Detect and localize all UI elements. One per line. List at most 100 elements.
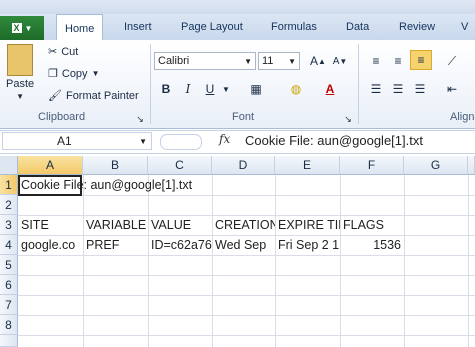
underline-icon[interactable]: U bbox=[200, 80, 220, 98]
font-name-select[interactable]: Calibri ▼ bbox=[154, 52, 256, 70]
font-name-value: Calibri bbox=[158, 55, 190, 67]
alignment-group-label: Align bbox=[450, 111, 475, 123]
tab-page-layout[interactable]: Page Layout bbox=[173, 14, 251, 40]
format-painter-button[interactable]: 🖌 Format Painter bbox=[48, 89, 139, 103]
tab-insert[interactable]: Insert bbox=[116, 14, 160, 40]
decrease-font-icon[interactable]: A ▼ bbox=[330, 52, 350, 70]
tab-label: Home bbox=[65, 22, 95, 35]
paste-label: Paste bbox=[6, 78, 35, 90]
cell-f4[interactable]: 1536 bbox=[340, 235, 404, 255]
align-left-icon[interactable]: ☰ bbox=[366, 80, 386, 98]
cut-button[interactable]: ✂ Cut bbox=[48, 45, 79, 59]
dialog-launcher-icon[interactable]: ↘ bbox=[342, 110, 354, 128]
cut-label: Cut bbox=[61, 45, 79, 58]
gridline bbox=[340, 175, 341, 347]
gridline bbox=[18, 315, 475, 316]
font-group-label: Font bbox=[232, 111, 255, 123]
font-size-select[interactable]: 11 ▼ bbox=[258, 52, 300, 70]
tab-label: Insert bbox=[124, 21, 152, 33]
cell-c4[interactable]: ID=c62a76 bbox=[148, 235, 212, 255]
tab-home[interactable]: Home bbox=[56, 14, 104, 42]
increase-font-icon[interactable]: A ▲ bbox=[308, 52, 328, 70]
row-header-2[interactable]: 2 bbox=[0, 195, 18, 215]
copy-button[interactable]: ❐ Copy ▼ bbox=[48, 67, 100, 81]
column-header-h[interactable] bbox=[468, 156, 475, 175]
column-header-f[interactable]: F bbox=[340, 156, 404, 175]
font-size-value: 11 bbox=[262, 55, 274, 67]
cell-c3[interactable]: VALUE bbox=[148, 215, 212, 235]
row-header-8[interactable]: 8 bbox=[0, 315, 18, 335]
gridline bbox=[404, 175, 405, 347]
cell-b3[interactable]: VARIABLE bbox=[83, 215, 148, 235]
bold-icon[interactable]: B bbox=[156, 80, 176, 98]
copy-label: Copy bbox=[61, 67, 88, 80]
cell-f3[interactable]: FLAGS bbox=[340, 215, 404, 235]
align-right-icon[interactable]: ☰ bbox=[410, 80, 430, 98]
align-top-icon[interactable]: ≡ bbox=[366, 52, 386, 70]
italic-icon[interactable]: I bbox=[178, 80, 198, 98]
active-cell-cursor bbox=[18, 175, 82, 196]
cell-a4[interactable]: google.co bbox=[18, 235, 83, 255]
group-separator bbox=[150, 44, 151, 124]
gridline bbox=[18, 295, 475, 296]
gridline bbox=[83, 175, 84, 347]
align-center-icon[interactable]: ☰ bbox=[388, 80, 408, 98]
cell-d3[interactable]: CREATION bbox=[212, 215, 275, 235]
cell-b4[interactable]: PREF bbox=[83, 235, 148, 255]
tab-view[interactable]: V bbox=[453, 14, 475, 40]
tab-data[interactable]: Data bbox=[338, 14, 377, 40]
tab-formulas[interactable]: Formulas bbox=[263, 14, 325, 40]
cell-a3[interactable]: SITE bbox=[18, 215, 83, 235]
chevron-down-icon[interactable]: ▼ bbox=[220, 80, 232, 98]
insert-function-icon[interactable]: fx bbox=[219, 132, 230, 146]
row-header-5[interactable]: 5 bbox=[0, 255, 18, 275]
paste-button[interactable]: Paste ▼ bbox=[6, 44, 34, 101]
gridline bbox=[275, 175, 276, 347]
row-header-9[interactable] bbox=[0, 335, 18, 347]
excel-icon: X bbox=[11, 23, 22, 33]
chevron-down-icon: ▼ bbox=[288, 56, 296, 66]
file-tab[interactable]: X ▼ bbox=[0, 16, 44, 40]
row-header-6[interactable]: 6 bbox=[0, 275, 18, 295]
dialog-launcher-icon[interactable]: ↘ bbox=[134, 110, 146, 128]
cell-e3[interactable]: EXPIRE TIM bbox=[275, 215, 340, 235]
column-header-b[interactable]: B bbox=[83, 156, 148, 175]
formula-input[interactable]: Cookie File: aun@google[1].txt bbox=[245, 132, 423, 150]
name-box[interactable]: A1 ▼ bbox=[2, 132, 152, 150]
column-header-a[interactable]: A bbox=[18, 156, 83, 175]
gridline bbox=[18, 275, 475, 276]
font-color-icon[interactable]: A bbox=[320, 80, 340, 98]
align-bottom-icon[interactable]: ≡ bbox=[410, 50, 432, 70]
group-separator bbox=[358, 44, 359, 124]
border-icon[interactable]: ▦ bbox=[246, 80, 266, 98]
fill-color-icon[interactable]: ◍ bbox=[286, 80, 306, 98]
align-middle-icon[interactable]: ≡ bbox=[388, 52, 408, 70]
gridline bbox=[212, 175, 213, 347]
chevron-down-icon: ▼ bbox=[91, 69, 100, 78]
tab-label: V bbox=[461, 21, 469, 33]
tab-review[interactable]: Review bbox=[391, 14, 443, 40]
gridline bbox=[18, 195, 475, 196]
column-header-g[interactable]: G bbox=[404, 156, 468, 175]
chevron-down-icon: ▼ bbox=[139, 136, 147, 146]
chevron-down-icon: ▼ bbox=[16, 92, 25, 101]
formula-bar-splitter[interactable] bbox=[160, 134, 202, 150]
row-header-7[interactable]: 7 bbox=[0, 295, 18, 315]
gridline bbox=[18, 255, 475, 256]
column-header-d[interactable]: D bbox=[212, 156, 275, 175]
row-header-4[interactable]: 4 bbox=[0, 235, 18, 255]
orientation-icon[interactable]: ⟋ bbox=[442, 52, 462, 70]
format-painter-label: Format Painter bbox=[65, 89, 139, 102]
clipboard-group-label: Clipboard bbox=[38, 111, 86, 123]
row-header-3[interactable]: 3 bbox=[0, 215, 18, 235]
cell-e4[interactable]: Fri Sep 2 1 bbox=[275, 235, 340, 255]
column-header-e[interactable]: E bbox=[275, 156, 340, 175]
tab-label: Formulas bbox=[271, 21, 317, 33]
select-all-button[interactable] bbox=[0, 156, 18, 175]
column-header-c[interactable]: C bbox=[148, 156, 212, 175]
cell-d4[interactable]: Wed Sep bbox=[212, 235, 275, 255]
row-header-1[interactable]: 1 bbox=[0, 175, 18, 195]
paintbrush-icon: 🖌 bbox=[48, 90, 62, 102]
gridline bbox=[468, 175, 469, 347]
indent-icon[interactable]: ⇤ bbox=[442, 80, 462, 98]
